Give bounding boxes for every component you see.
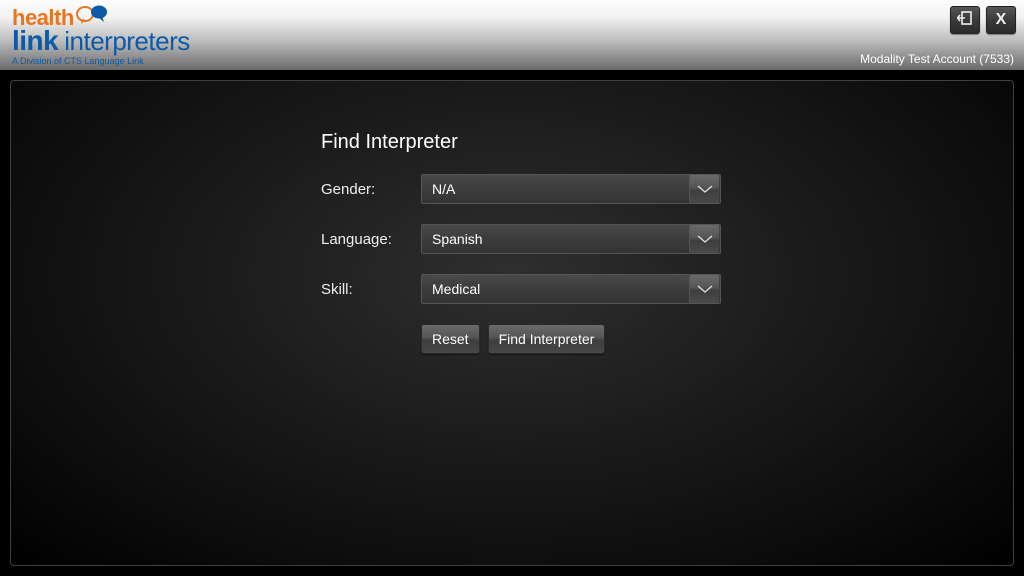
chevron-down-icon [689,275,719,303]
gender-value: N/A [422,181,455,197]
language-select[interactable]: Spanish [421,224,721,254]
skill-select[interactable]: Medical [421,274,721,304]
language-label: Language: [321,231,421,248]
body-area: Find Interpreter Gender: N/A Language: S… [0,70,1024,576]
reset-button[interactable]: Reset [421,324,480,354]
logo-tagline: A Division of CTS Language Link [12,57,190,66]
gender-select[interactable]: N/A [421,174,721,204]
exit-icon [957,10,973,31]
logo-word-interpreters: interpreters [64,28,190,54]
find-interpreter-button[interactable]: Find Interpreter [488,324,606,354]
close-button[interactable]: X [986,6,1016,34]
language-row: Language: Spanish [321,224,1013,254]
logout-button[interactable] [950,6,980,34]
logo-word-link: link [12,27,58,55]
form-title: Find Interpreter [321,131,1013,154]
reset-button-label: Reset [432,331,469,347]
find-interpreter-button-label: Find Interpreter [499,331,595,347]
skill-value: Medical [422,281,480,297]
close-icon: X [996,11,1007,29]
account-label: Modality Test Account (7533) [860,52,1014,66]
chevron-down-icon [689,175,719,203]
gender-label: Gender: [321,181,421,198]
chevron-down-icon [689,225,719,253]
skill-label: Skill: [321,281,421,298]
header-bar: health link interpreters A Division of C… [0,0,1024,70]
main-panel: Find Interpreter Gender: N/A Language: S… [10,80,1014,566]
skill-row: Skill: Medical [321,274,1013,304]
logo: health link interpreters A Division of C… [12,5,190,66]
language-value: Spanish [422,231,483,247]
speech-bubble-icon [76,5,110,29]
gender-row: Gender: N/A [321,174,1013,204]
